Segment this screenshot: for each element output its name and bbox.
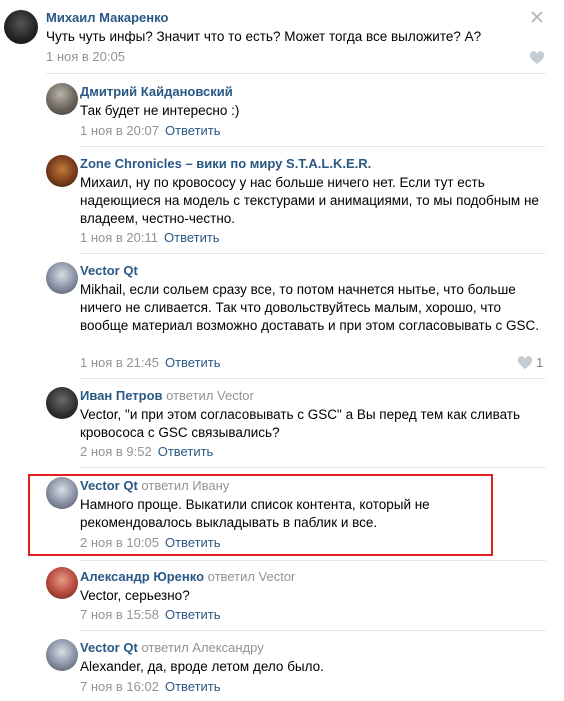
comment-author[interactable]: Vector Qt (80, 640, 138, 655)
avatar[interactable] (4, 10, 38, 44)
divider (80, 560, 546, 561)
replied-to-label[interactable]: ответил Vector (166, 388, 254, 403)
divider (80, 378, 546, 379)
divider (80, 467, 546, 468)
divider (80, 630, 546, 631)
like-count: 1 (536, 355, 544, 370)
comment-time[interactable]: 2 ноя в 9:52 (80, 444, 152, 459)
replied-to-label[interactable]: ответил Александру (141, 640, 263, 655)
comment-author[interactable]: Михаил Макаренко (46, 10, 168, 25)
reply-button[interactable]: Ответить (165, 607, 221, 622)
avatar[interactable] (46, 83, 78, 115)
avatar[interactable] (46, 567, 78, 599)
comment-text: Так будет не интересно :) (80, 103, 240, 118)
comment-time[interactable]: 7 ноя в 16:02 (80, 679, 159, 694)
reply-button[interactable]: Ответить (165, 123, 221, 138)
comment-time[interactable]: 1 ноя в 20:11 (80, 230, 158, 245)
comment-text: Mikhail, если сольем сразу все, то потом… (80, 282, 539, 333)
comment-author[interactable]: Иван Петров (80, 388, 163, 403)
replied-to-label[interactable]: ответил Vector (208, 569, 296, 584)
comment-author[interactable]: Zone Chronicles – вики по миру S.T.A.L.K… (80, 156, 371, 171)
comment-time[interactable]: 7 ноя в 15:58 (80, 607, 159, 622)
comment-time[interactable]: 1 ноя в 20:05 (46, 49, 125, 64)
comment-time[interactable]: 1 ноя в 20:07 (80, 123, 159, 138)
comment-text: Alexander, да, вроде летом дело было. (80, 659, 324, 674)
avatar[interactable] (46, 262, 78, 294)
avatar[interactable] (46, 639, 78, 671)
divider (80, 146, 546, 147)
comment-text: Vector, серьезно? (80, 588, 190, 603)
comment-author[interactable]: Александр Юренко (80, 569, 204, 584)
heart-icon[interactable] (517, 356, 533, 370)
comment-text: Михаил, ну по кровососу у нас больше нич… (80, 175, 539, 226)
comment-text: Чуть чуть инфы? Значит что то есть? Може… (46, 29, 482, 44)
comment-author[interactable]: Дмитрий Кайдановский (80, 84, 233, 99)
comment-author[interactable]: Vector Qt (80, 263, 138, 278)
comment-time[interactable]: 1 ноя в 21:45 (80, 355, 159, 370)
reply-button[interactable]: Ответить (158, 444, 214, 459)
divider (80, 253, 546, 254)
reply-button[interactable]: Ответить (165, 679, 221, 694)
comment-text: Vector, "и при этом согласовывать с GSC"… (80, 407, 521, 440)
avatar[interactable] (46, 155, 78, 187)
reply-button[interactable]: Ответить (164, 230, 220, 245)
close-icon[interactable] (530, 10, 544, 24)
reply-button[interactable]: Ответить (165, 355, 221, 370)
avatar[interactable] (46, 387, 78, 419)
highlight-box (28, 474, 493, 556)
divider (46, 73, 546, 74)
heart-icon[interactable] (529, 51, 545, 65)
